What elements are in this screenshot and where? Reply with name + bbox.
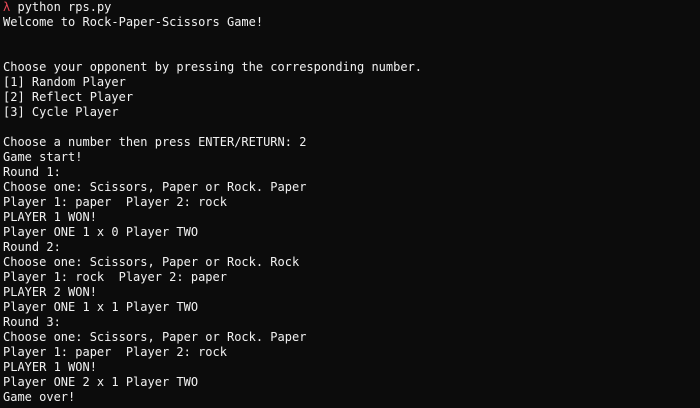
- round-score-line: Player ONE 2 x 1 Player TWO: [3, 375, 199, 389]
- prompt-command: python rps.py: [17, 0, 112, 14]
- game-over-text: Game over!: [3, 390, 76, 404]
- prompt-line: λ python rps.py: [3, 0, 697, 15]
- round-title: Round 3:: [3, 315, 61, 329]
- round-score-line: Player ONE 1 x 1 Player TWO: [3, 300, 199, 314]
- round-choose-line: Choose one: Scissors, Paper or Rock. Pap…: [3, 180, 307, 194]
- terminal-window[interactable]: λ python rps.py Welcome to Rock-Paper-Sc…: [0, 0, 700, 408]
- option-cycle-player: [3] Cycle Player: [3, 105, 119, 119]
- welcome-message: Welcome to Rock-Paper-Scissors Game!: [3, 15, 264, 29]
- option-random-player: [1] Random Player: [3, 75, 126, 89]
- round-result-line: PLAYER 1 WON!: [3, 360, 97, 374]
- round-moves-line: Player 1: paper Player 2: rock: [3, 195, 227, 209]
- round-moves-line: Player 1: paper Player 2: rock: [3, 345, 227, 359]
- prompt-symbol: λ: [3, 0, 11, 14]
- round-title: Round 1:: [3, 165, 61, 179]
- round-score-line: Player ONE 1 x 0 Player TWO: [3, 225, 199, 239]
- round-moves-line: Player 1: rock Player 2: paper: [3, 270, 227, 284]
- round-result-line: PLAYER 1 WON!: [3, 210, 97, 224]
- option-reflect-player: [2] Reflect Player: [3, 90, 134, 104]
- round-choose-line: Choose one: Scissors, Paper or Rock. Pap…: [3, 330, 307, 344]
- terminal-output: λ python rps.py Welcome to Rock-Paper-Sc…: [3, 0, 697, 405]
- round-choose-line: Choose one: Scissors, Paper or Rock. Roc…: [3, 255, 300, 269]
- choose-opponent-text: Choose your opponent by pressing the cor…: [3, 60, 423, 74]
- round-result-line: PLAYER 2 WON!: [3, 285, 97, 299]
- game-start-text: Game start!: [3, 150, 83, 164]
- round-title: Round 2:: [3, 240, 61, 254]
- choose-number-input-line: Choose a number then press ENTER/RETURN:…: [3, 135, 307, 149]
